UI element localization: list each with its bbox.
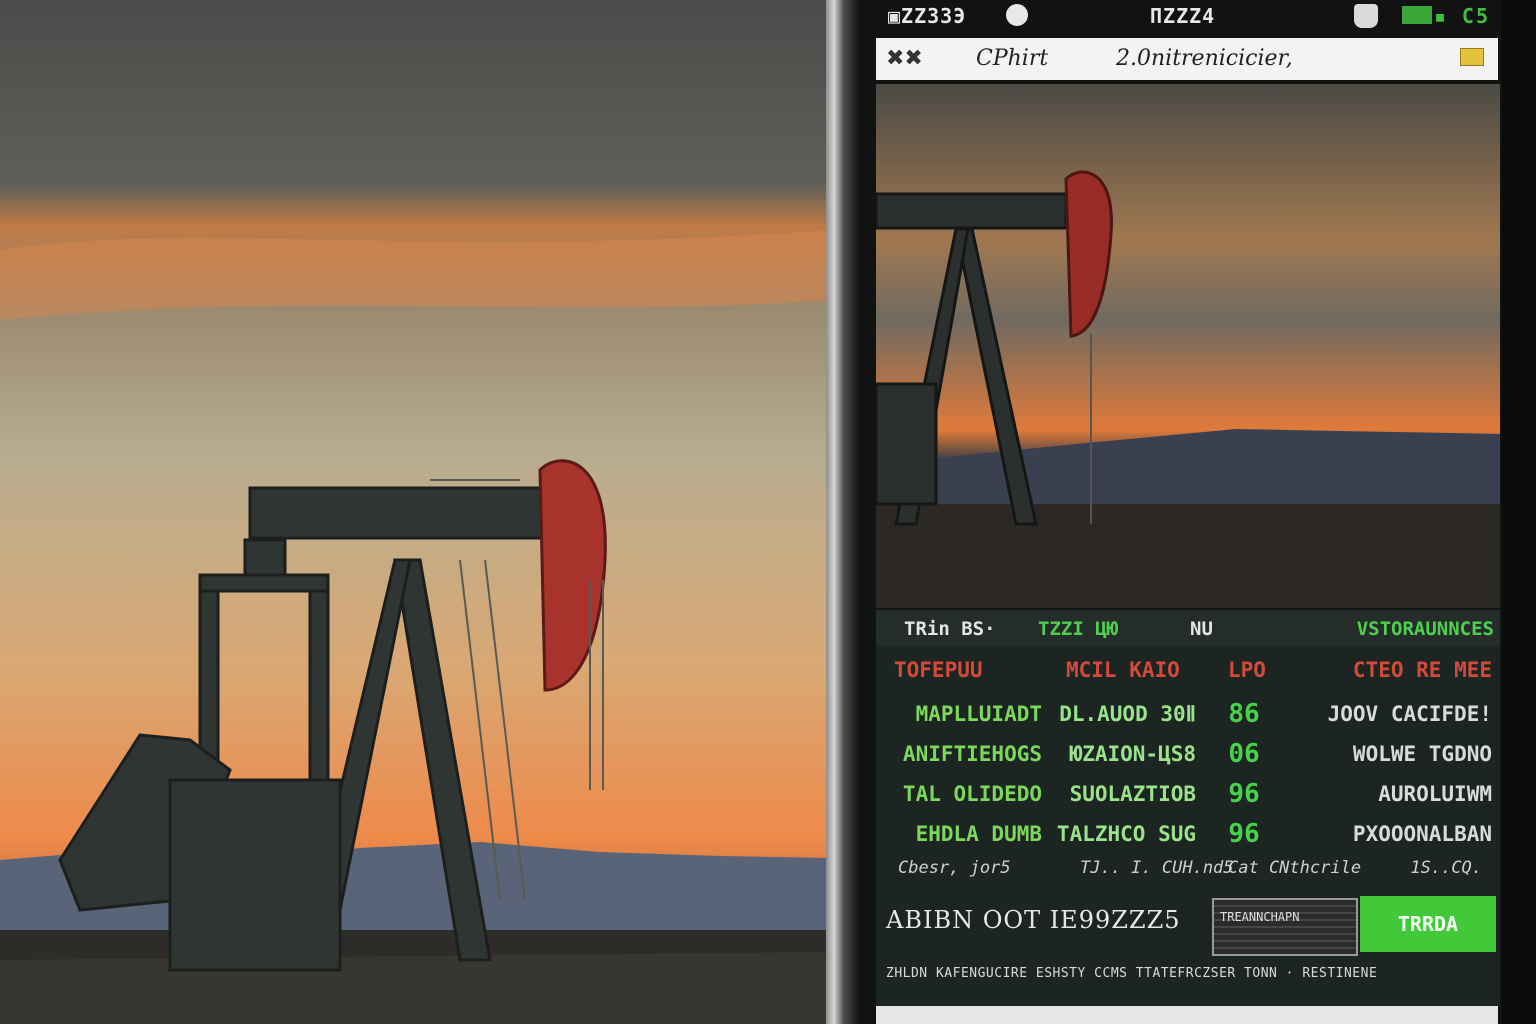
trade-button[interactable]: TRRDA [1360, 896, 1496, 952]
column-header-3: LPO [1228, 658, 1266, 682]
panel-tab-bar: TRin BS· TZZI ЦЮ NU VSTORAUNNCES [876, 610, 1500, 646]
table-row[interactable]: TAL OLIDEDO SUOLAZTIOB 96 AUROLUIWM [876, 776, 1500, 816]
row-change: 86 [1228, 699, 1260, 729]
row-change: 96 [1228, 819, 1260, 849]
row-volume: ЮZAION-ЦS8 [1069, 742, 1196, 766]
total-row: ABIBN OOT IE99ZZZ5 TREANNCHAPN TRRDA [876, 896, 1500, 956]
footnote-4: 1S..CQ. [1410, 858, 1482, 878]
row-desc: PXOOONALBAN [1352, 822, 1492, 846]
row-name: EHDLA DUMB [915, 822, 1042, 846]
flag-icon[interactable] [1460, 48, 1484, 66]
row-change: 96 [1228, 779, 1260, 809]
column-header-4: CTEO RE MEE [1352, 658, 1492, 682]
row-name: TAL OLIDEDO [902, 782, 1042, 806]
menu-icon[interactable]: ✖✖ [886, 46, 923, 71]
column-header-1: TOFEPUU [894, 658, 983, 682]
status-center-text: ΠZZZ4 [1150, 4, 1216, 28]
status-bar: ▣ZZЗ3Э ΠZZZ4 ▪ C5 [872, 0, 1502, 34]
table-row[interactable]: MAPLLUIADT DL.AUOD 30Ⅱ 86 JOOV CACIFDE! [876, 696, 1500, 736]
row-name: MAPLLUIADT [915, 702, 1042, 726]
status-time: ▣ZZЗ3Э [888, 4, 967, 28]
app-header: ✖✖ CPhirt 2.0nitrenicicier, [876, 38, 1498, 80]
hero-image [876, 84, 1500, 608]
signal-icon [1402, 6, 1432, 24]
market-data-panel: TRin BS· TZZI ЦЮ NU VSTORAUNNCES TOFEPUU… [876, 610, 1500, 1006]
notification-dot-icon [1006, 4, 1028, 26]
app-title: CPhirt [976, 46, 1049, 71]
user-icon [1354, 4, 1378, 28]
row-name: ANIFTIEHOGS [902, 742, 1042, 766]
total-label: ABIBN OOT IE99ZZZ5 [886, 906, 1181, 934]
tab-1[interactable]: TRin BS· [904, 618, 996, 640]
tab-3[interactable]: NU [1190, 618, 1213, 640]
row-volume: DL.AUOD 30Ⅱ [1059, 702, 1196, 726]
row-desc: WOLWE TGDNO [1352, 742, 1492, 766]
bottom-nav-bar[interactable] [876, 1006, 1498, 1024]
ticker-box[interactable]: TREANNCHAPN [1212, 898, 1358, 956]
row-desc: JOOV CACIFDE! [1327, 702, 1492, 726]
data-table: MAPLLUIADT DL.AUOD 30Ⅱ 86 JOOV CACIFDE! … [876, 696, 1500, 856]
ticker-caption: TREANNCHAPN [1220, 910, 1300, 924]
row-volume: SUOLAZTIOB [1069, 782, 1196, 806]
row-change: 06 [1228, 739, 1260, 769]
footnote-3: Cat CNthcrile [1228, 858, 1362, 878]
column-header-2: MCIL KAIO [1066, 658, 1180, 682]
app-date: 2.0nitrenicicier, [1116, 46, 1293, 71]
disclaimer-text: ZHLDN KAFENGUCIRE ESHSTY CCMS TTATEFRCZS… [886, 966, 1378, 981]
table-row[interactable]: EHDLA DUMB TALZHCO SUG 96 PXOOONALBAN [876, 816, 1500, 856]
tab-4[interactable]: VSTORAUNNCES [1357, 618, 1494, 640]
footnote-2: TJ.. I. CUH.nd5 [1080, 858, 1234, 878]
row-volume: TALZHCO SUG [1056, 822, 1196, 846]
row-desc: AUROLUIWM [1378, 782, 1492, 806]
table-row[interactable]: ANIFTIEHOGS ЮZAION-ЦS8 06 WOLWE TGDNO [876, 736, 1500, 776]
footnote-1: Cbesr, jor5 [898, 858, 1011, 878]
battery-text: ▪ C5 [1433, 4, 1490, 28]
tab-2[interactable]: TZZI ЦЮ [1038, 618, 1118, 640]
